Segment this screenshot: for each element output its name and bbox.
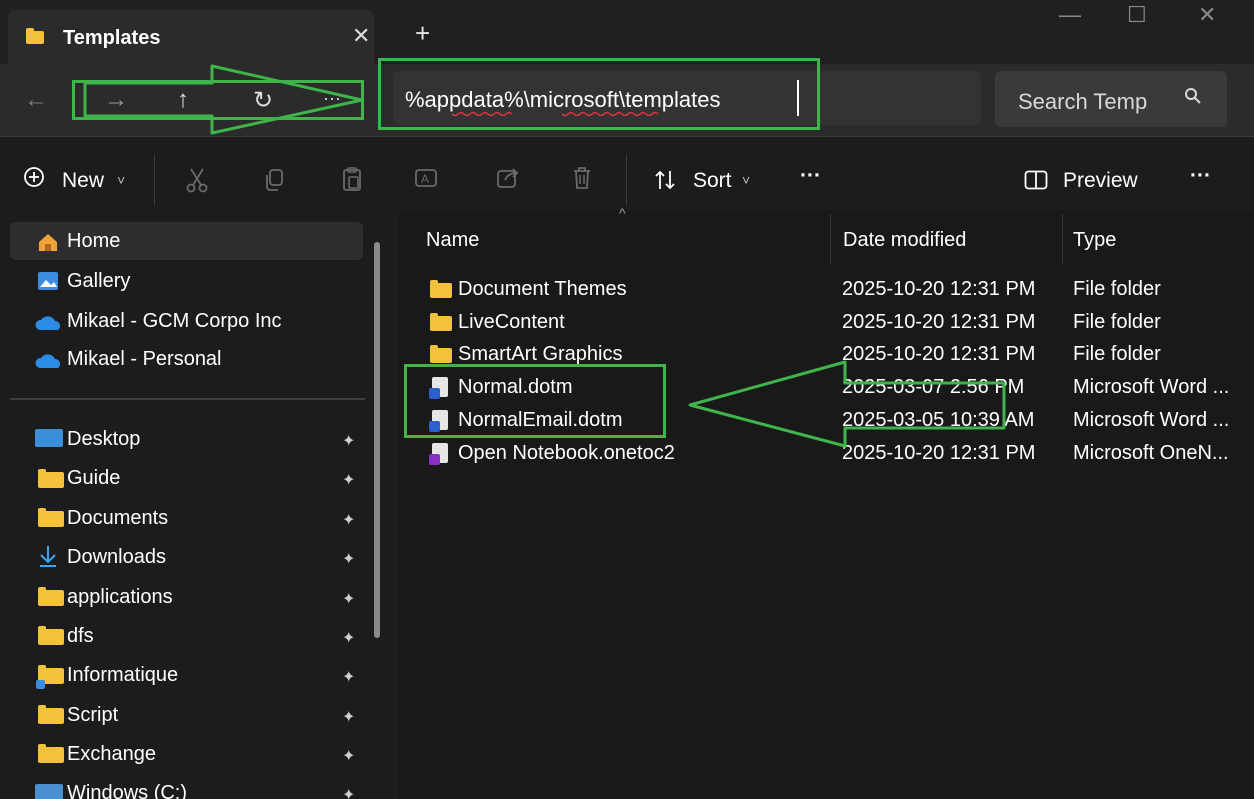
file-explorer-window: Templates ✕ + — ☐ ✕ ← → ↑ ↻ ··· %appdata… xyxy=(0,0,1254,799)
arrow-left-annotation xyxy=(688,360,1006,448)
annotation-arrows xyxy=(83,64,1006,448)
arrow-right-annotation xyxy=(83,64,364,135)
